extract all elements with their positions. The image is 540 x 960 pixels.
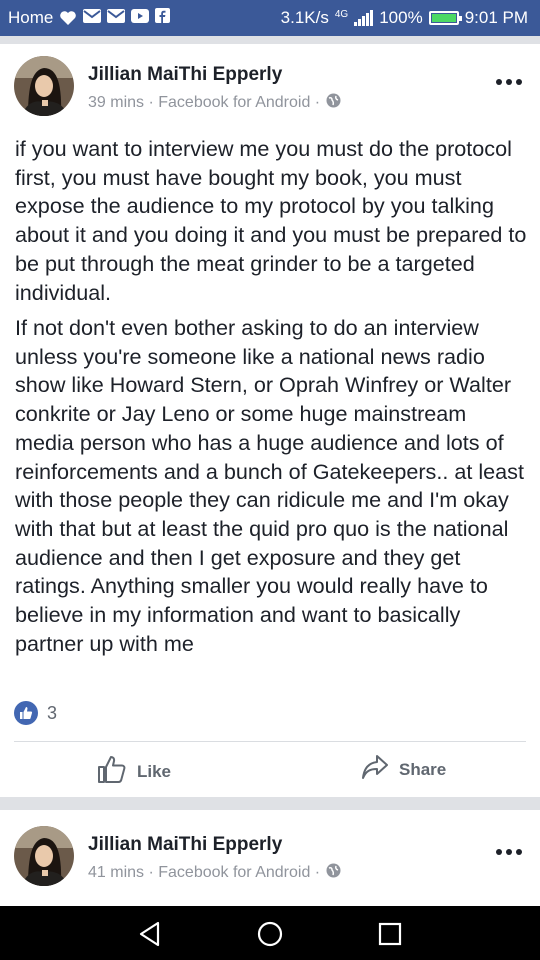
avatar[interactable] bbox=[14, 826, 74, 886]
author-name[interactable]: Jillian MaiThi Epperly bbox=[88, 64, 282, 86]
reaction-summary[interactable]: 3 bbox=[14, 701, 57, 725]
video-icon bbox=[131, 8, 150, 28]
clock: 9:01 PM bbox=[464, 8, 528, 27]
status-bar-right: 3.1K/s 4G 100% 9:01 PM bbox=[281, 8, 528, 28]
home-icon[interactable] bbox=[256, 920, 284, 948]
like-label: Like bbox=[137, 761, 172, 781]
like-count: 3 bbox=[47, 702, 58, 723]
thumbs-up-icon bbox=[14, 701, 38, 725]
avatar[interactable] bbox=[14, 56, 74, 116]
home-label: Home bbox=[8, 8, 54, 27]
more-icon[interactable] bbox=[496, 79, 522, 85]
globe-icon bbox=[326, 93, 341, 113]
share-icon bbox=[361, 754, 389, 785]
battery-icon bbox=[428, 11, 462, 25]
thumbs-up-icon bbox=[97, 754, 127, 789]
post-meta-text: 41 mins · Facebook for Android · bbox=[88, 864, 321, 881]
post-meta: 41 mins · Facebook for Android · bbox=[88, 863, 341, 883]
back-icon[interactable] bbox=[136, 920, 164, 948]
facebook-icon bbox=[155, 8, 171, 28]
heart-icon bbox=[59, 10, 77, 26]
like-button[interactable]: Like bbox=[97, 754, 171, 789]
recents-icon[interactable] bbox=[376, 920, 404, 948]
more-icon[interactable] bbox=[496, 849, 522, 855]
post-paragraph: if you want to interview me you must do … bbox=[15, 136, 527, 305]
network-speed: 3.1K/s bbox=[280, 8, 329, 27]
mail-icon bbox=[107, 8, 126, 28]
post-card: Jillian MaiThi Epperly 39 mins · Faceboo… bbox=[0, 44, 540, 797]
mail-icon bbox=[83, 8, 102, 28]
share-label: Share bbox=[399, 759, 447, 779]
status-bar-left: Home bbox=[8, 8, 171, 28]
post-paragraph: If not don't even bother asking to do an… bbox=[15, 315, 524, 656]
share-button[interactable]: Share bbox=[361, 754, 446, 785]
signal-icon bbox=[354, 10, 374, 26]
post-meta: 39 mins · Facebook for Android · bbox=[88, 93, 341, 113]
post-meta-text: 39 mins · Facebook for Android · bbox=[88, 94, 321, 111]
author-name[interactable]: Jillian MaiThi Epperly bbox=[88, 834, 282, 856]
post-card: Jillian MaiThi Epperly 41 mins · Faceboo… bbox=[0, 810, 540, 906]
divider bbox=[14, 741, 526, 742]
battery-percent: 100% bbox=[379, 8, 423, 27]
navigation-bar bbox=[0, 906, 540, 960]
globe-icon bbox=[326, 863, 341, 883]
status-bar: Home 3.1K/s 4G 100% 9:01 PM bbox=[0, 0, 540, 36]
network-type: 4G bbox=[334, 8, 349, 20]
